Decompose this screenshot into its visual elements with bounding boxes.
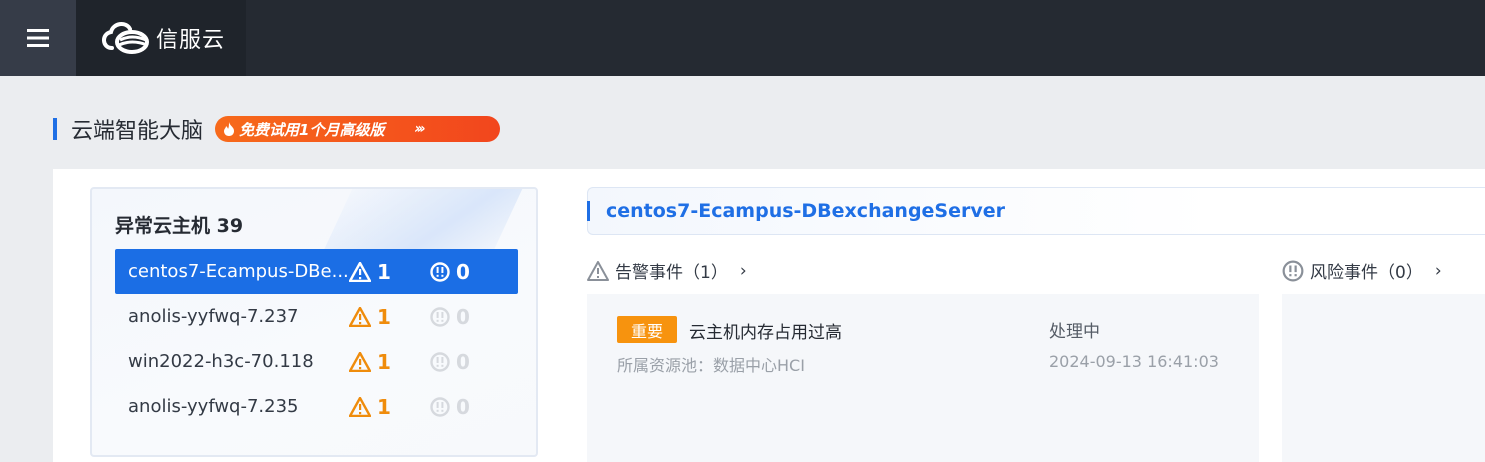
event-status: 处理中 [1049, 322, 1100, 342]
cloud-logo-icon [102, 22, 149, 54]
chevron-right-icon: › [1434, 260, 1442, 281]
warning-triangle-icon [349, 261, 371, 282]
exclamation-circle-icon [430, 261, 450, 282]
alarm-event-card[interactable]: 重要 云主机内存占用过高 处理中 所属资源池：数据中心HCI 2024-09-1… [587, 294, 1259, 462]
vm-row[interactable]: anolis-yyfwq-7.235 1 0 [115, 384, 518, 429]
menu-button[interactable] [0, 0, 76, 76]
exclamation-circle-icon [430, 396, 450, 417]
abnormal-vm-card: 异常云主机 39 1 centos7-Ecampus-DBe... 1 0 an… [90, 187, 538, 457]
free-trial-badge[interactable]: 免费试用1个月高级版 ››› [215, 116, 501, 142]
vm-name: win2022-h3c-70.118 [128, 351, 314, 372]
risk-count: 0 [430, 350, 470, 374]
warning-triangle-icon [349, 351, 371, 372]
alarm-count: 1 [349, 350, 391, 374]
risk-event-area [1282, 294, 1485, 462]
event-title: 云主机内存占用过高 [689, 323, 842, 343]
main-panel: 异常云主机 39 1 centos7-Ecampus-DBe... 1 0 an… [53, 169, 1485, 462]
alarm-count: 1 [349, 395, 391, 419]
detail-accent-bar [587, 201, 590, 221]
section-accent-bar [53, 118, 57, 140]
logo[interactable]: 信服云 [76, 0, 246, 76]
hamburger-menu-icon [27, 29, 49, 47]
chevron-right-icon: › [739, 260, 747, 281]
exclamation-circle-icon [1282, 260, 1304, 281]
warning-triangle-icon [587, 260, 609, 281]
vm-name: anolis-yyfwq-7.235 [128, 396, 299, 417]
vm-list[interactable]: 1 centos7-Ecampus-DBe... 1 0 anolis-yyfw… [115, 249, 518, 455]
vm-row[interactable]: anolis-yyfwq-7.237 1 0 [115, 294, 518, 339]
alarm-count: 1 [349, 305, 391, 329]
risk-count: 0 [430, 305, 470, 329]
vm-name: centos7-Ecampus-DBe... [128, 261, 349, 282]
fire-icon [224, 122, 235, 136]
vm-row[interactable]: win2022-h3c-70.118 1 0 [115, 339, 518, 384]
event-resource-pool: 所属资源池：数据中心HCI [617, 356, 805, 375]
section-title: 云端智能大脑 [71, 119, 204, 144]
selected-vm-name: centos7-Ecampus-DBexchangeServer [606, 200, 1006, 222]
top-bar: 信服云 [0, 0, 1485, 76]
risk-count: 0 [430, 260, 470, 284]
exclamation-circle-icon [430, 351, 450, 372]
abnormal-vm-title: 异常云主机 39 [115, 215, 244, 237]
exclamation-circle-icon [430, 306, 450, 327]
severity-tag: 重要 [617, 316, 677, 343]
triple-chevron-icon: ››› [414, 121, 425, 137]
alarm-events-label: 告警事件（1） [615, 263, 728, 283]
risk-events-link[interactable]: 风险事件（0） › [1282, 258, 1442, 283]
vm-row[interactable]: centos7-Ecampus-DBe... 1 0 [115, 249, 518, 294]
risk-events-label: 风险事件（0） [1310, 263, 1423, 283]
risk-count: 0 [430, 395, 470, 419]
event-time: 2024-09-13 16:41:03 [1049, 352, 1219, 371]
alarm-count: 1 [349, 260, 391, 284]
free-trial-text: 免费试用1个月高级版 [239, 120, 385, 139]
logo-text: 信服云 [156, 28, 226, 53]
warning-triangle-icon [349, 396, 371, 417]
vm-detail-header: centos7-Ecampus-DBexchangeServer [587, 187, 1485, 235]
warning-triangle-icon [349, 306, 371, 327]
vm-name: anolis-yyfwq-7.237 [128, 306, 299, 327]
alarm-events-link[interactable]: 告警事件（1） › [587, 258, 747, 283]
section-heading: 云端智能大脑 免费试用1个月高级版 ››› [53, 114, 501, 144]
